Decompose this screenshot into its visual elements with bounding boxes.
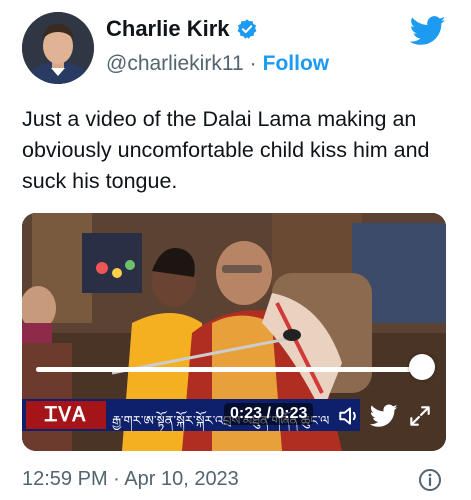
news-logo: ᏆᏙᎪ bbox=[26, 401, 106, 429]
video-progress-fill bbox=[36, 367, 422, 372]
tweet-timestamp[interactable]: 12:59 PM · Apr 10, 2023 bbox=[22, 468, 239, 491]
handle-row: @charliekirk11 · Follow bbox=[106, 52, 329, 76]
separator-dot: · bbox=[249, 52, 257, 75]
avatar[interactable] bbox=[22, 12, 94, 84]
volume-icon[interactable] bbox=[336, 403, 364, 429]
verified-badge-icon bbox=[237, 19, 256, 39]
info-icon[interactable] bbox=[418, 468, 442, 492]
twitter-bird-icon[interactable] bbox=[410, 16, 446, 46]
follow-button[interactable]: Follow bbox=[263, 52, 330, 76]
fullscreen-icon[interactable] bbox=[406, 403, 434, 429]
tweet-text: Just a video of the Dalai Lama making an… bbox=[22, 107, 430, 193]
author-name-row: Charlie Kirk bbox=[106, 16, 258, 42]
video-progress-knob[interactable] bbox=[409, 354, 435, 380]
author-name[interactable]: Charlie Kirk bbox=[106, 16, 230, 42]
video-progress-bar[interactable] bbox=[36, 367, 422, 372]
video-player[interactable]: ᏆᏙᎪ རྒྱ་གར་ཨ་སྟོན་སྐོར་སྐོར་འབྲས་མཐུན་གཞ… bbox=[22, 213, 446, 451]
author-handle[interactable]: @charliekirk11 bbox=[106, 52, 244, 76]
twitter-bird-icon[interactable] bbox=[370, 403, 398, 429]
video-time: 0:23 / 0:23 bbox=[224, 403, 314, 425]
